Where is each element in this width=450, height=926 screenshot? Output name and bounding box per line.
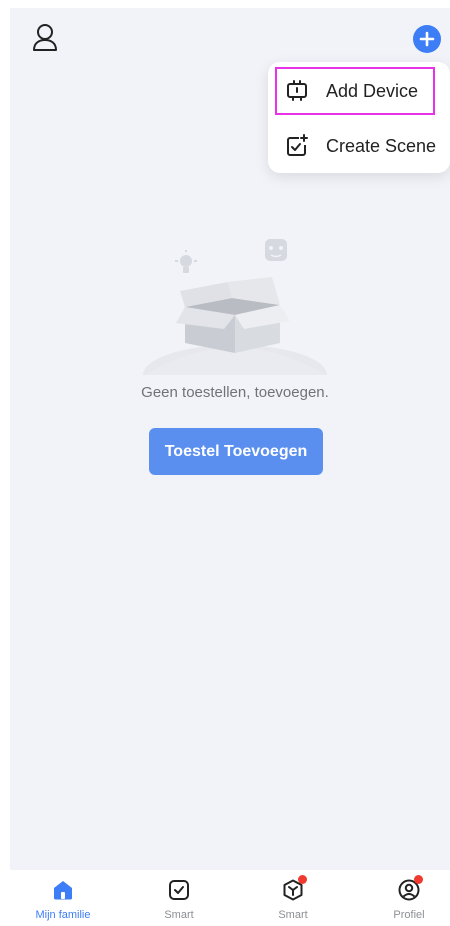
socket-icon <box>265 239 287 261</box>
create-scene-icon <box>284 133 310 159</box>
nav-item-smart-2[interactable]: Smart <box>248 875 338 926</box>
person-outline-icon <box>33 24 57 51</box>
profile-button[interactable] <box>28 20 62 54</box>
nav-label: Mijn familie <box>35 909 91 921</box>
nav-label: Smart <box>278 909 308 921</box>
add-menu-button[interactable] <box>413 25 441 53</box>
plus-icon <box>419 31 435 47</box>
add-device-button[interactable]: Toestel Toevoegen <box>149 428 323 475</box>
menu-item-add-device[interactable]: Add Device <box>268 65 450 117</box>
add-dropdown-menu: Add Device Create Scene <box>268 62 450 173</box>
bottom-nav: Mijn familie Smart Smart Profiel <box>0 870 450 926</box>
notification-badge <box>298 875 307 884</box>
bulb-icon <box>175 250 197 273</box>
nav-item-mijn-familie[interactable]: Mijn familie <box>18 876 108 926</box>
nav-item-profiel[interactable]: Profiel <box>364 875 450 926</box>
menu-item-label: Create Scene <box>326 135 437 156</box>
box-icon <box>176 277 290 353</box>
nav-label: Profiel <box>393 909 425 921</box>
menu-item-label: Add Device <box>326 80 419 101</box>
menu-item-create-scene[interactable]: Create Scene <box>268 120 450 172</box>
empty-box-illustration <box>143 239 327 375</box>
profile-icon <box>395 875 423 904</box>
home-icon <box>49 876 77 904</box>
add-device-icon <box>284 78 310 104</box>
smart-checkbox-icon <box>165 876 193 904</box>
empty-state-message: Geen toestellen, toevoegen. <box>141 384 329 401</box>
nav-item-smart[interactable]: Smart <box>134 876 224 926</box>
nav-label: Smart <box>164 909 194 921</box>
notification-badge <box>414 875 423 884</box>
smart-cube-icon <box>279 875 307 904</box>
